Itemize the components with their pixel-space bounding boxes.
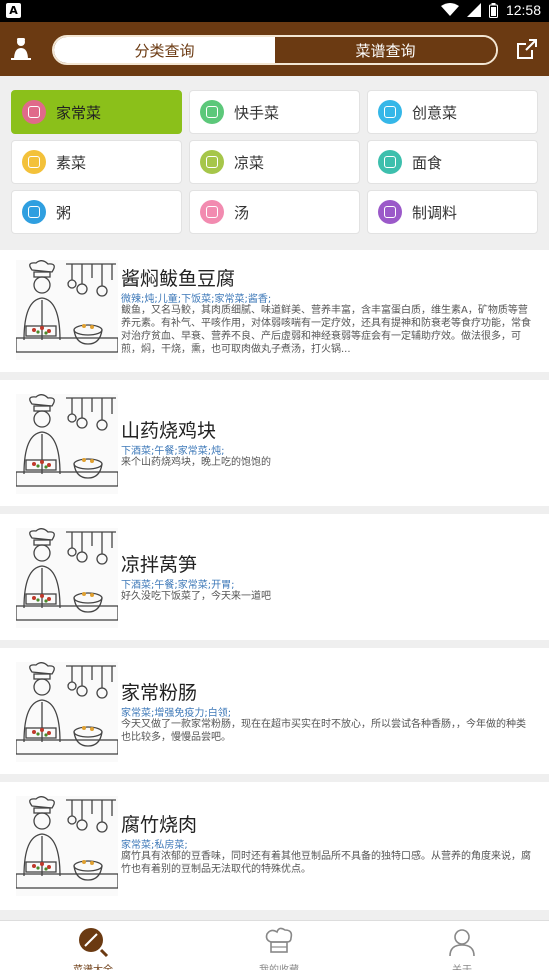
category-label: 快手菜 <box>234 103 280 122</box>
recipe-title: 家常粉肠 <box>121 682 198 704</box>
recipe-title: 凉拌莴笋 <box>121 554 198 576</box>
category-label: 汤 <box>234 203 250 222</box>
category-icon <box>378 100 402 124</box>
tab-label: 我的收藏 <box>219 961 339 970</box>
recipe-card[interactable]: 腐竹烧肉 家常菜;私房菜; 腐竹具有浓郁的豆香味，同时还有着其他豆制品所不具备的… <box>0 782 549 910</box>
wifi-icon <box>440 3 459 16</box>
recipe-card[interactable]: 家常粉肠 家常菜;增强免疫力;白领; 今天又做了一款家常粉肠，现在在超市买实在时… <box>0 648 549 774</box>
status-icons: 12:58 <box>440 2 541 18</box>
category-label: 创意菜 <box>412 103 458 122</box>
person-icon <box>449 929 475 957</box>
recipe-card[interactable]: 山药烧鸡块 下酒菜;午餐;家常菜;炖; 来个山药烧鸡块，晚上吃的饱饱的 <box>0 380 549 506</box>
category-grid: 家常菜 快手菜 创意菜 素菜 凉菜 面食 粥 汤 制调料 <box>0 84 549 242</box>
recipe-title: 腐竹烧肉 <box>121 814 198 836</box>
recipe-tags: 微辣;炖;儿童;下饭菜;家常菜;酱香; <box>121 294 272 305</box>
recipe-title: 酱焖鲅鱼豆腐 <box>121 268 236 290</box>
tab-about[interactable]: 关于 <box>402 921 522 970</box>
category-item-zhitiaoliao[interactable]: 制调料 <box>367 190 538 234</box>
recipe-card[interactable]: 凉拌莴笋 下酒菜;午餐;家常菜;开胃; 好久没吃下饭菜了，今天来一道吧 <box>0 514 549 640</box>
recipe-description: 来个山药烧鸡块，晚上吃的饱饱的 <box>121 457 271 468</box>
chef-illustration-icon <box>16 796 118 896</box>
category-label: 凉菜 <box>234 153 265 172</box>
category-icon <box>22 150 46 174</box>
chef-illustration-icon <box>16 528 118 628</box>
recipe-description: 鲅鱼，又名马鲛，其肉质细腻、味道鲜美、营养丰富，含丰富蛋白质，维生素A，矿物质等… <box>121 305 531 355</box>
status-bar: A 12:58 <box>0 0 549 22</box>
category-icon <box>378 200 402 224</box>
recipe-description: 好久没吃下饭菜了，今天来一道吧 <box>121 591 271 602</box>
recipe-tags: 家常菜;增强免疫力;白领; <box>121 708 232 719</box>
recipe-tags: 下酒菜;午餐;家常菜;开胃; <box>121 580 235 591</box>
category-icon <box>200 150 224 174</box>
category-icon <box>22 100 46 124</box>
app-a-icon: A <box>6 3 21 18</box>
battery-icon <box>488 2 498 18</box>
recipe-description: 腐竹具有浓郁的豆香味，同时还有着其他豆制品所不具备的独特口感。从营养的角度来说，… <box>121 851 531 875</box>
tab-label: 菜谱大全 <box>33 961 153 970</box>
category-icon <box>200 100 224 124</box>
tab-label: 关于 <box>402 961 522 970</box>
category-icon <box>378 150 402 174</box>
category-item-mianshi[interactable]: 面食 <box>367 140 538 184</box>
status-time: 12:58 <box>505 2 541 18</box>
tab-recipe-book[interactable]: 菜谱大全 <box>33 921 153 970</box>
chef-hat-icon <box>265 927 293 953</box>
chef-icon[interactable] <box>8 36 34 62</box>
tab-favorites[interactable]: 我的收藏 <box>219 921 339 970</box>
recipe-card[interactable]: 酱焖鲅鱼豆腐 微辣;炖;儿童;下饭菜;家常菜;酱香; 鲅鱼，又名马鲛，其肉质细腻… <box>0 250 549 372</box>
category-icon <box>22 200 46 224</box>
recipe-tags: 家常菜;私房菜; <box>121 840 188 851</box>
signal-icon <box>466 3 481 17</box>
query-segment: 分类查询 菜谱查询 <box>52 35 498 65</box>
bottom-tab-bar: 菜谱大全 我的收藏 关于 <box>0 920 549 970</box>
category-label: 制调料 <box>412 203 458 222</box>
category-label: 素菜 <box>56 153 87 172</box>
chef-illustration-icon <box>16 260 118 360</box>
category-label: 家常菜 <box>56 103 102 122</box>
recipe-book-icon <box>79 928 109 958</box>
category-item-liangcai[interactable]: 凉菜 <box>189 140 360 184</box>
recipe-tags: 下酒菜;午餐;家常菜;炖; <box>121 446 225 457</box>
chef-illustration-icon <box>16 662 118 762</box>
category-item-tang[interactable]: 汤 <box>189 190 360 234</box>
category-item-zhou[interactable]: 粥 <box>11 190 182 234</box>
tab-recipe-query[interactable]: 菜谱查询 <box>275 37 496 63</box>
category-icon <box>200 200 224 224</box>
share-icon[interactable] <box>515 37 539 61</box>
tab-category-query[interactable]: 分类查询 <box>54 37 275 63</box>
category-item-kuaishoucai[interactable]: 快手菜 <box>189 90 360 134</box>
category-label: 面食 <box>412 153 443 172</box>
category-item-chuangyicai[interactable]: 创意菜 <box>367 90 538 134</box>
chef-illustration-icon <box>16 394 118 494</box>
recipe-title: 山药烧鸡块 <box>121 420 217 442</box>
category-item-sucai[interactable]: 素菜 <box>11 140 182 184</box>
top-nav: 分类查询 菜谱查询 <box>0 22 549 76</box>
category-item-jiachangcai[interactable]: 家常菜 <box>11 90 182 134</box>
category-label: 粥 <box>56 203 72 222</box>
recipe-description: 今天又做了一款家常粉肠，现在在超市买实在时不放心，所以尝试各种香肠，，今年做的种… <box>121 719 526 743</box>
